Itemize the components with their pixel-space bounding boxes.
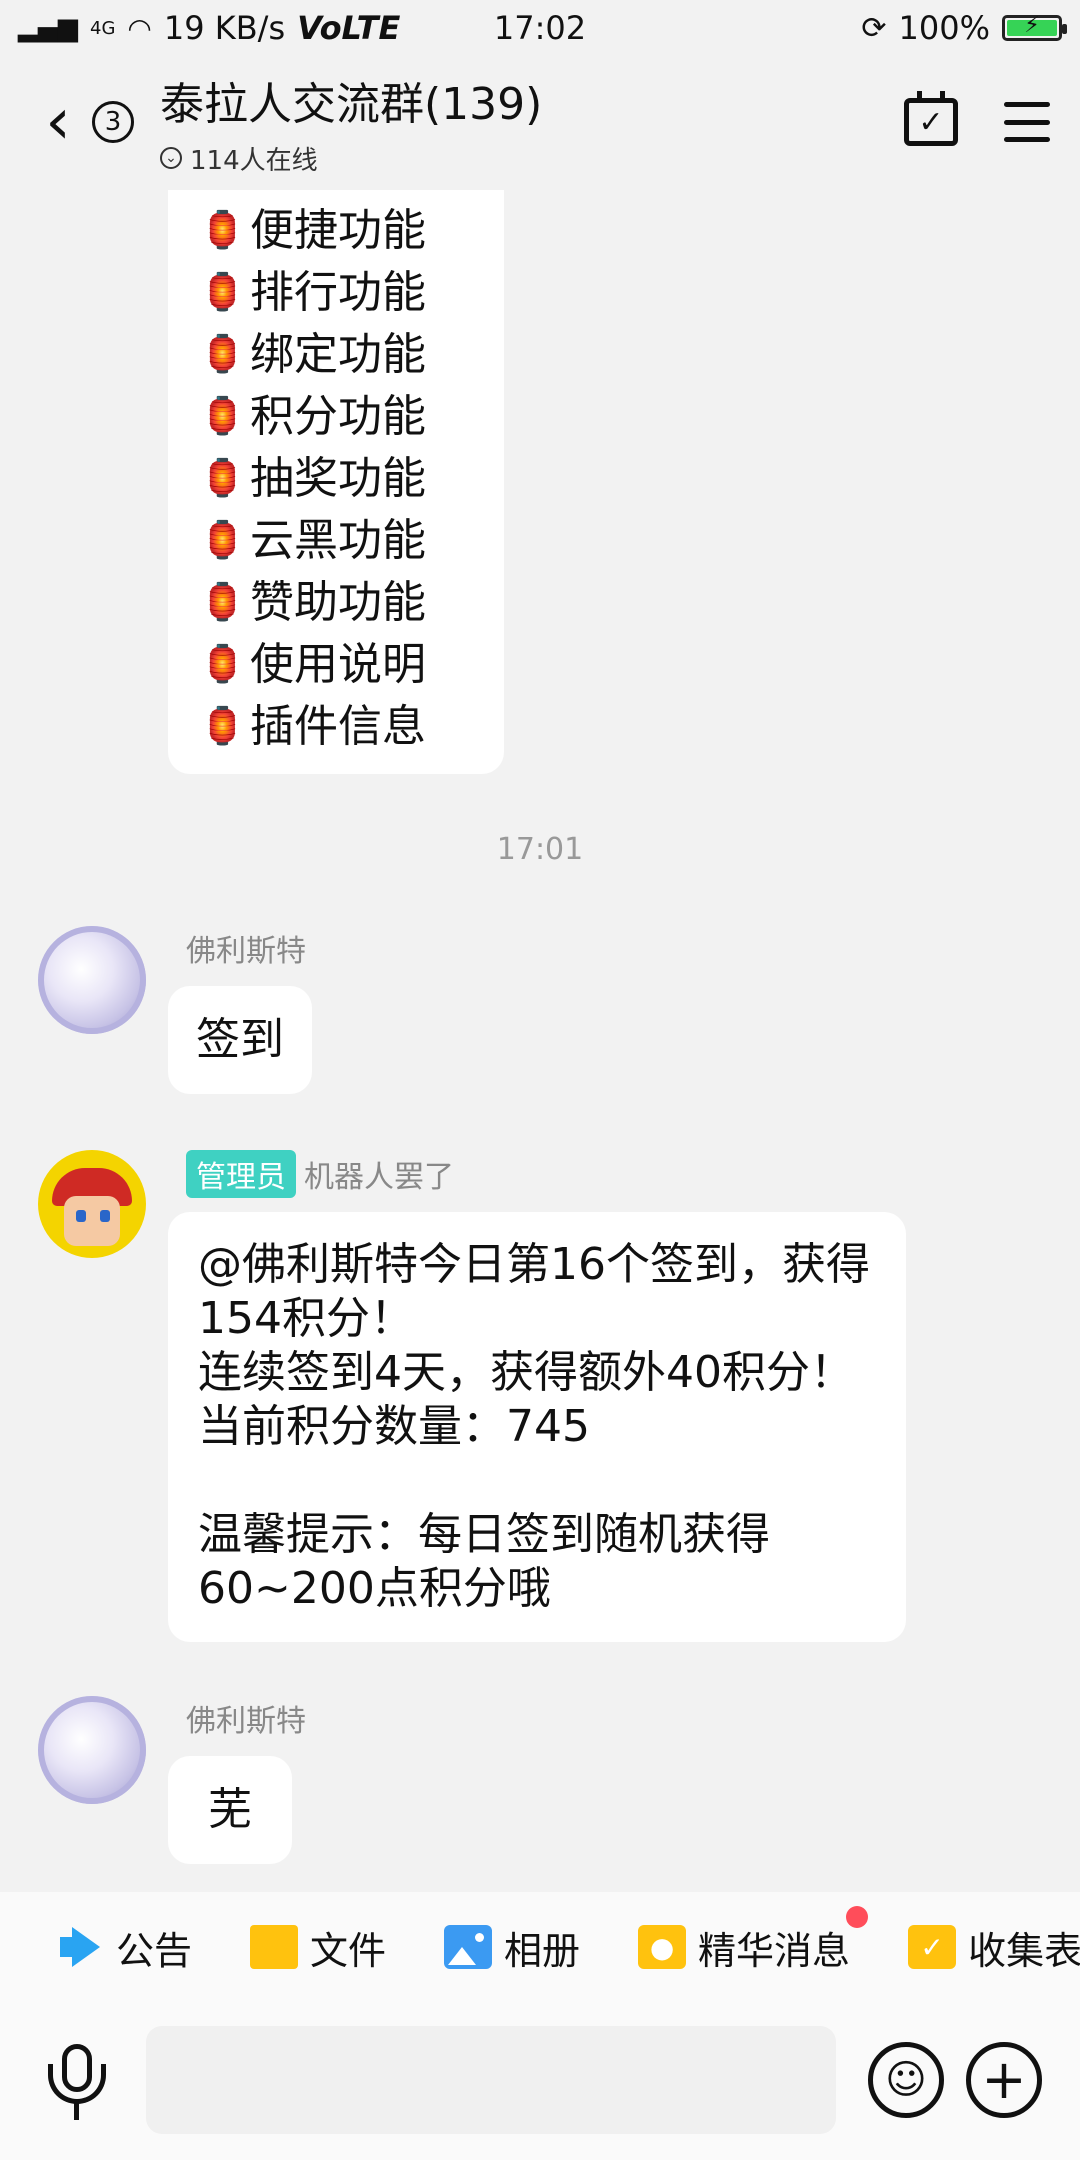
menu-list-item: 🏮 绑定功能 [200, 324, 504, 386]
lantern-icon: 🏮 [200, 272, 245, 313]
signal-icon: ▂▄▆ [18, 13, 78, 43]
collect-form-icon: ✓ [908, 1925, 957, 1969]
quick-files[interactable]: 文件 [250, 1920, 386, 1975]
rotation-lock-icon: ⟳ [861, 10, 887, 46]
lantern-icon: 🏮 [200, 644, 245, 685]
hamburger-menu-icon[interactable] [1004, 102, 1050, 142]
menu-item-label: 赞助功能 [250, 577, 426, 628]
group-quick-bar: 公告 文件 相册 ● 精华消息 ✓ 收集表 [0, 1892, 1080, 2002]
network-speed: 19 KB/s [163, 9, 286, 47]
lantern-icon: 🏮 [200, 334, 245, 375]
quick-label: 文件 [310, 1928, 387, 1973]
menu-list-item: 🏮 赞助功能 [200, 572, 504, 634]
sender-name: 佛利斯特 [186, 934, 306, 969]
quick-collect[interactable]: ✓ 收集表 [908, 1920, 1080, 1975]
unread-count-badge[interactable]: 3 [92, 101, 134, 143]
input-bar: ☺ + [0, 2002, 1080, 2160]
lantern-icon: 🏮 [200, 582, 245, 623]
lantern-icon: 🏮 [200, 706, 245, 747]
chevron-down-circle-icon: ⌄ [160, 147, 182, 169]
plus-icon[interactable]: + [966, 2042, 1042, 2118]
network-type: 4G [90, 17, 116, 39]
avatar[interactable] [38, 1696, 146, 1804]
menu-line [1004, 137, 1050, 142]
lantern-icon: 🏮 [200, 210, 245, 251]
avatar[interactable] [38, 926, 146, 1034]
menu-list-item: 🏮 抽奖功能 [200, 448, 504, 510]
menu-list-item: 🏮 便捷功能 [200, 200, 504, 262]
avatar-eye [100, 1210, 110, 1222]
battery-icon: ⚡ [1002, 13, 1067, 41]
photo-album-icon [444, 1925, 493, 1969]
status-left: ▂▄▆ 4G ◠ 19 KB/s VoLTE [18, 9, 400, 47]
charging-icon: ⚡ [1024, 13, 1040, 38]
sender-name: 佛利斯特 [186, 1704, 306, 1739]
status-right: ⟳ 100% ⚡ [861, 9, 1067, 47]
megaphone-icon [56, 1925, 104, 1969]
microphone-icon[interactable] [44, 2044, 110, 2124]
wifi-icon: ◠ [127, 11, 152, 45]
unread-dot [846, 1905, 869, 1928]
menu-message-bubble[interactable]: 🏮 便捷功能 🏮 排行功能 🏮 绑定功能 🏮 积分功能 🏮 抽奖功能 🏮 云黑功能 🏮 赞助功能 🏮 使用说明… [168, 190, 504, 774]
menu-list-item: 🏮 插件信息 [200, 696, 504, 758]
sender-name: 机器人罢了 [304, 1160, 454, 1195]
menu-list-item: 🏮 使用说明 [200, 634, 504, 696]
avatar-eye [76, 1210, 86, 1222]
quick-label: 收集表 [968, 1928, 1080, 1973]
online-count: 114人在线 [190, 145, 318, 176]
menu-line [1004, 119, 1050, 125]
calendar-check-icon[interactable]: ✓ [904, 91, 958, 146]
title-block[interactable]: 泰拉人交流群(139) ⌄ 114人在线 [160, 68, 542, 177]
menu-line [1004, 102, 1050, 107]
menu-item-label: 积分功能 [250, 391, 426, 442]
quick-announcement[interactable]: 公告 [56, 1920, 192, 1975]
quick-essence[interactable]: ● 精华消息 [638, 1905, 869, 1975]
mic-stem [74, 2102, 79, 2120]
lantern-icon: 🏮 [200, 520, 245, 561]
message-text: 签到 [196, 1014, 284, 1065]
message-bubble[interactable]: @佛利斯特今日第16个签到，获得 154积分！ 连续签到4天，获得额外40积分！… [168, 1212, 906, 1642]
lantern-icon: 🏮 [200, 396, 245, 437]
smiley-icon[interactable]: ☺ [868, 2042, 944, 2118]
lantern-icon: 🏮 [200, 458, 245, 499]
quick-label: 相册 [504, 1928, 581, 1973]
menu-item-label: 使用说明 [250, 639, 426, 690]
menu-item-label: 便捷功能 [250, 205, 426, 256]
menu-item-label: 绑定功能 [250, 329, 426, 380]
bot-avatar[interactable] [38, 1150, 146, 1258]
menu-item-label: 云黑功能 [250, 515, 426, 566]
menu-item-label: 插件信息 [250, 701, 426, 752]
menu-list-item: 🏮 云黑功能 [200, 510, 504, 572]
admin-badge: 管理员 [186, 1150, 296, 1198]
online-status: ⌄ 114人在线 [160, 140, 542, 177]
quick-label: 公告 [116, 1928, 193, 1973]
menu-item-label: 抽奖功能 [250, 453, 426, 504]
menu-list-item: 🏮 积分功能 [200, 386, 504, 448]
battery-percent: 100% [898, 9, 990, 47]
message-bubble[interactable]: 芜 [168, 1756, 292, 1864]
chat-header: ‹ 3 泰拉人交流群(139) ⌄ 114人在线 ✓ [0, 56, 1080, 188]
avatar-face [64, 1196, 120, 1246]
status-bar: ▂▄▆ 4G ◠ 19 KB/s VoLTE 17:02 ⟳ 100% ⚡ [0, 0, 1080, 56]
group-title: 泰拉人交流群(139) [160, 78, 543, 130]
quick-album[interactable]: 相册 [444, 1920, 580, 1975]
timestamp-divider: 17:01 [496, 832, 584, 867]
header-actions: ✓ [904, 91, 1050, 146]
message-text: 芜 [208, 1784, 252, 1835]
menu-list-item: 🏮 排行功能 [200, 262, 504, 324]
message-text: @佛利斯特今日第16个签到，获得 154积分！ 连续签到4天，获得额外40积分！… [198, 1239, 870, 1614]
mic-arc [48, 2064, 106, 2104]
chevron-left-icon[interactable]: ‹ [30, 85, 86, 159]
message-bubble[interactable]: 签到 [168, 986, 312, 1094]
message-input[interactable] [146, 2026, 836, 2134]
folder-icon [250, 1925, 299, 1969]
menu-item-label: 排行功能 [250, 267, 426, 318]
essence-icon: ● [638, 1925, 687, 1969]
quick-label: 精华消息 [698, 1928, 851, 1973]
volte-label: VoLTE [297, 9, 401, 47]
